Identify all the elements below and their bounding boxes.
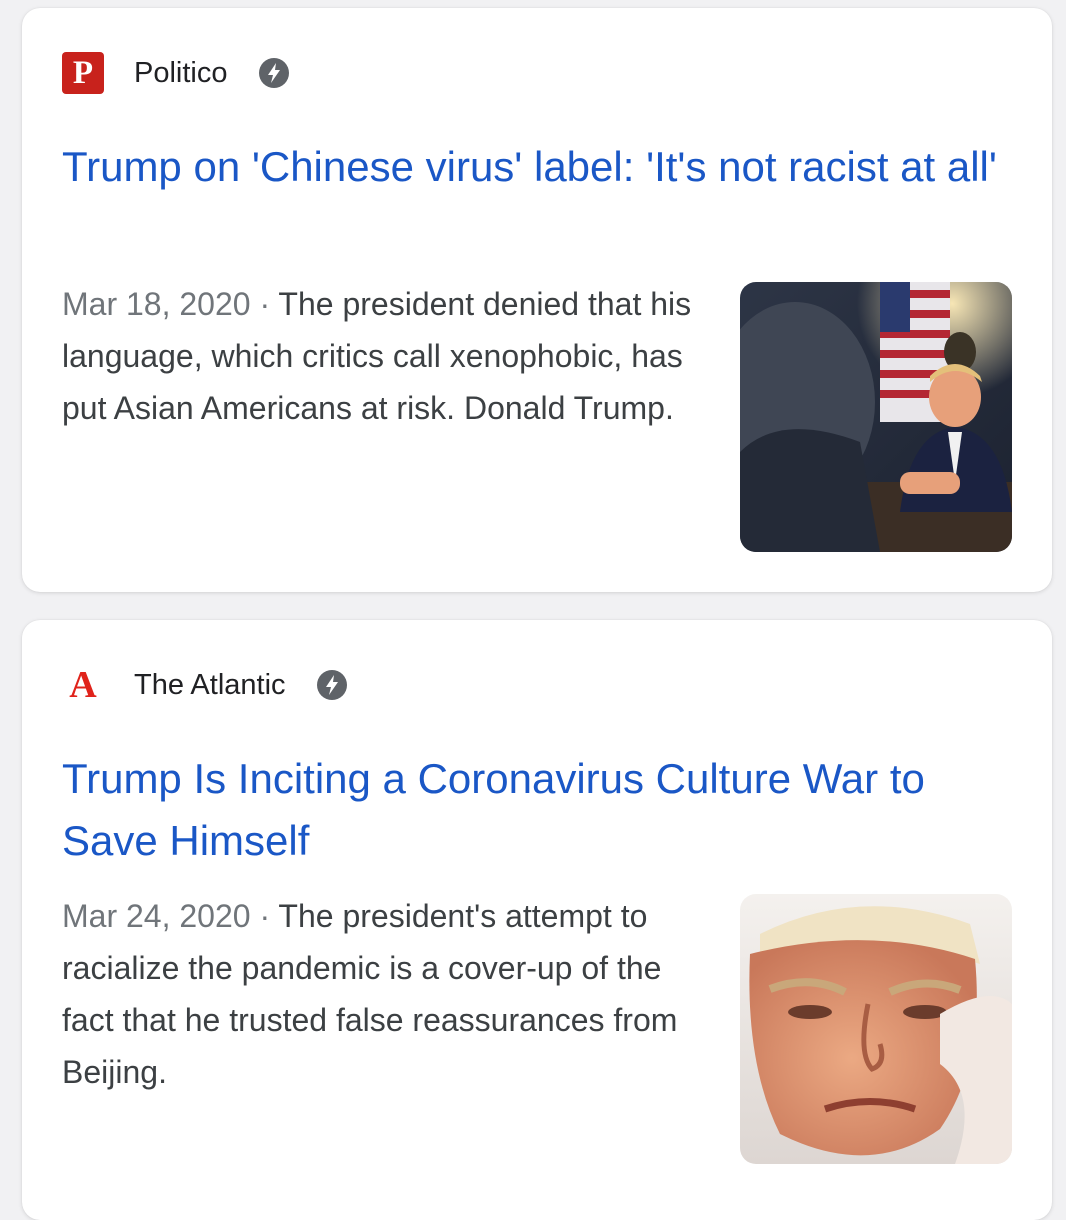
source-row: P Politico xyxy=(62,52,290,94)
photo-trump-closeup xyxy=(740,894,1012,1164)
politico-logo-letter: P xyxy=(72,54,94,91)
source-name: The Atlantic xyxy=(134,668,286,701)
headline-link[interactable]: Trump Is Inciting a Coronavirus Culture … xyxy=(62,748,1022,872)
headline-link[interactable]: Trump on 'Chinese virus' label: 'It's no… xyxy=(62,136,1022,198)
separator-dot: · xyxy=(259,286,279,322)
politico-logo: P xyxy=(62,52,104,94)
amp-bolt-icon xyxy=(316,669,348,701)
news-result-card[interactable]: P Politico Trump on 'Chinese virus' labe… xyxy=(22,8,1052,592)
photo-trump-at-table-with-flags xyxy=(740,282,1012,552)
source-name: Politico xyxy=(134,56,228,89)
snippet: Mar 18, 2020 · The president denied that… xyxy=(62,278,702,434)
amp-bolt-icon xyxy=(258,57,290,89)
thumbnail-image[interactable] xyxy=(740,282,1012,552)
news-result-card[interactable]: A The Atlantic Trump Is Inciting a Coron… xyxy=(22,620,1052,1220)
publish-date: Mar 24, 2020 xyxy=(62,898,251,934)
atlantic-logo-letter: A xyxy=(69,664,97,706)
atlantic-logo: A xyxy=(62,664,104,706)
snippet: Mar 24, 2020 · The president's attempt t… xyxy=(62,890,702,1098)
separator-dot: · xyxy=(259,898,279,934)
source-row: A The Atlantic xyxy=(62,664,348,706)
publish-date: Mar 18, 2020 xyxy=(62,286,251,322)
thumbnail-image[interactable] xyxy=(740,894,1012,1164)
